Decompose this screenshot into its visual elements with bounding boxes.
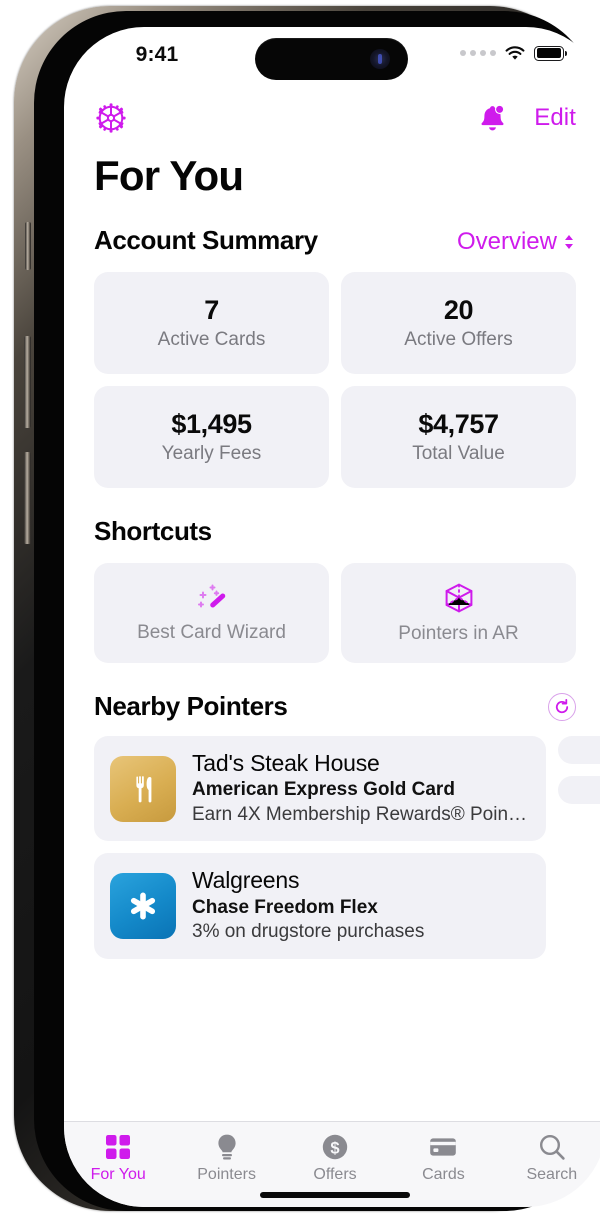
tab-label: Cards (422, 1166, 465, 1183)
tab-label: Pointers (197, 1166, 256, 1183)
section-title-account-summary: Account Summary (94, 225, 318, 255)
asterisk-icon (110, 873, 176, 940)
lightbulb-icon (218, 1134, 236, 1160)
shortcut-best-card-wizard[interactable]: Best Card Wizard (94, 563, 329, 663)
phone-bezel: 9:41 Edit For You Account Summary Overvi… (34, 11, 600, 1211)
svg-text:$: $ (330, 1139, 339, 1157)
shortcut-pointers-in-ar[interactable]: Pointers in AR (341, 563, 576, 663)
stat-value: 7 (204, 295, 219, 325)
pointer-card-name: Chase Freedom Flex (192, 896, 378, 918)
front-camera-icon (370, 49, 390, 69)
gear-icon[interactable] (94, 101, 128, 135)
tab-pointers[interactable]: Pointers (172, 1132, 280, 1184)
edit-button[interactable]: Edit (534, 104, 576, 132)
stat-label: Active Offers (404, 329, 513, 350)
bell-icon[interactable] (476, 102, 508, 134)
dollar-circle-icon: $ (322, 1134, 348, 1160)
pointer-card[interactable] (558, 776, 600, 804)
status-time: 9:41 (135, 43, 179, 66)
battery-icon (534, 45, 568, 61)
volume-up-button[interactable] (24, 336, 31, 428)
dynamic-island (255, 38, 408, 80)
cellular-dots-icon (460, 50, 496, 56)
ar-cube-icon (445, 583, 472, 613)
pointer-merchant-name: Tad's Steak House (192, 750, 380, 776)
screenshot-root: 9:41 Edit For You Account Summary Overvi… (0, 0, 600, 1217)
stat-label: Active Cards (157, 329, 266, 350)
chevron-up-down-icon (565, 235, 573, 249)
pointer-card-name: American Express Gold Card (192, 779, 455, 801)
tab-for-you[interactable]: For You (64, 1132, 172, 1184)
nearby-pointers-header: Nearby Pointers (64, 691, 600, 722)
phone-frame: 9:41 Edit For You Account Summary Overvi… (14, 6, 600, 1211)
stat-card[interactable]: 20 Active Offers (341, 272, 576, 374)
stat-value: $1,495 (171, 409, 252, 439)
pointer-description: Earn 4X Membership Rewards® Points at... (192, 803, 530, 825)
stat-card[interactable]: $4,757 Total Value (341, 386, 576, 488)
grid-squares-icon (106, 1135, 131, 1159)
shortcuts-header: Shortcuts (64, 516, 600, 547)
nav-bar: Edit (64, 87, 600, 149)
stat-label: Total Value (412, 443, 505, 464)
status-bar: 9:41 (64, 27, 600, 87)
tab-cards[interactable]: Cards (389, 1132, 497, 1184)
nav-actions: Edit (476, 102, 576, 134)
credit-card-icon (430, 1138, 457, 1156)
page-title: For You (94, 152, 244, 199)
pointer-card[interactable]: Tad's Steak House American Express Gold … (94, 736, 546, 842)
pointer-card-column: Tad's Steak House American Express Gold … (94, 736, 546, 959)
stat-grid: 7 Active Cards 20 Active Offers $1,495 Y… (64, 272, 600, 488)
magnifier-icon (539, 1134, 565, 1160)
shortcut-label: Best Card Wizard (137, 622, 286, 643)
tab-offers[interactable]: $ Offers (281, 1132, 389, 1184)
shortcut-grid: Best Card Wizard Pointers in AR (64, 563, 600, 663)
overview-selector[interactable]: Overview (457, 228, 576, 256)
stat-label: Yearly Fees (161, 443, 262, 464)
nearby-pointers-scroller[interactable]: Tad's Steak House American Express Gold … (64, 736, 600, 959)
shortcut-label: Pointers in AR (398, 623, 519, 644)
overview-label: Overview (456, 228, 557, 255)
pointer-description: 3% on drugstore purchases (192, 921, 425, 943)
magic-wand-icon (197, 584, 225, 608)
tab-label: Offers (313, 1166, 357, 1183)
pointer-card-text: Walgreens Chase Freedom Flex 3% on drugs… (192, 867, 424, 944)
section-title-nearby-pointers: Nearby Pointers (94, 691, 288, 721)
stat-value: 20 (443, 295, 474, 325)
stat-card[interactable]: $1,495 Yearly Fees (94, 386, 329, 488)
tab-search[interactable]: Search (498, 1132, 600, 1184)
tab-label: Search (526, 1166, 578, 1183)
home-indicator[interactable] (260, 1192, 410, 1198)
wifi-icon (505, 46, 525, 60)
fork-knife-icon (110, 755, 176, 822)
status-indicators (460, 45, 568, 61)
phone-screen: 9:41 Edit For You Account Summary Overvi… (64, 27, 600, 1207)
pointer-card-text: Tad's Steak House American Express Gold … (192, 750, 530, 827)
action-button[interactable] (25, 222, 31, 270)
notification-badge (496, 105, 504, 113)
volume-down-button[interactable] (24, 452, 31, 544)
stat-card[interactable]: 7 Active Cards (94, 272, 329, 374)
pointer-card[interactable]: Walgreens Chase Freedom Flex 3% on drugs… (94, 853, 546, 959)
app-content: Edit For You Account Summary Overview 7 … (64, 87, 600, 1147)
refresh-icon[interactable] (548, 692, 576, 721)
stat-value: $4,757 (418, 409, 499, 439)
pointer-card[interactable] (558, 736, 600, 764)
tab-label: For You (90, 1166, 146, 1183)
section-title-shortcuts: Shortcuts (94, 516, 212, 546)
pointer-merchant-name: Walgreens (192, 867, 300, 894)
account-summary-header: Account Summary Overview (64, 225, 600, 256)
pointer-card-column-peek (558, 736, 600, 959)
